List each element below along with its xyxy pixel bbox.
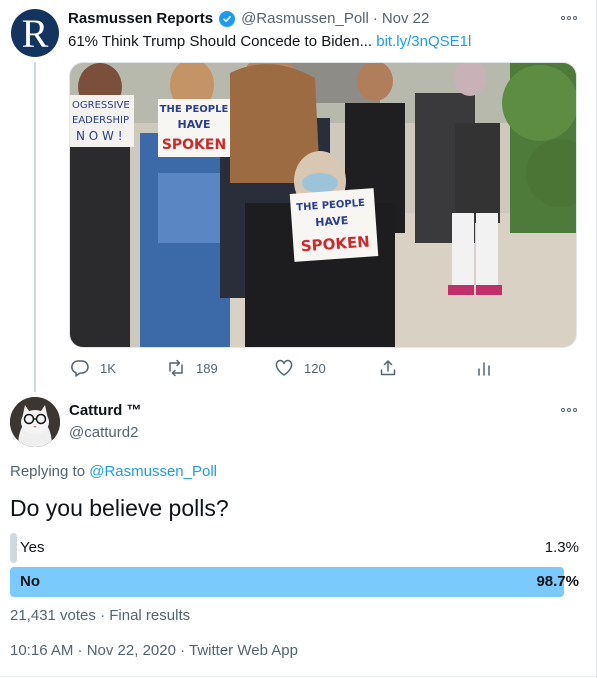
poll-option-percent: 1.3% — [544, 539, 579, 556]
poll-bar-yes — [10, 533, 17, 563]
analytics-icon — [478, 362, 490, 376]
tweet-timestamp[interactable]: 10:16 AM · Nov 22, 2020 · Twitter Web Ap… — [10, 642, 298, 659]
cat-avatar-image — [10, 397, 60, 447]
protest-photo-illustration: OGRESSIVE EADERSHIP N O W ! THE PEOPLE H… — [70, 63, 576, 347]
reply-icon — [71, 360, 89, 377]
poll-option-yes: Yes 1.3% — [10, 533, 579, 563]
avatar-letter: R — [21, 10, 49, 56]
bottom-divider — [0, 676, 597, 677]
poll-status: Final results — [109, 607, 191, 624]
poll-bar-no — [10, 567, 564, 597]
analytics-button[interactable] — [474, 358, 494, 378]
tweet-text: 61% Think Trump Should Concede to Biden.… — [68, 33, 471, 50]
poll-option-label: No — [20, 573, 40, 590]
author-handle[interactable]: @Rasmussen_Poll — [241, 10, 369, 27]
retweet-count: 189 — [196, 360, 218, 376]
vote-count: 21,431 votes — [10, 607, 96, 624]
reply-button[interactable]: 1K — [70, 358, 116, 378]
retweet-icon — [169, 359, 183, 377]
like-icon — [275, 359, 293, 376]
svg-text:EADERSHIP: EADERSHIP — [72, 115, 129, 126]
poll-question: Do you believe polls? — [10, 495, 229, 521]
separator-dot: · — [372, 10, 378, 27]
poll-option-no: No 98.7% — [10, 567, 579, 597]
front-sign: THE PEOPLE HAVE SPOKEN — [289, 188, 379, 262]
svg-text:SPOKEN: SPOKEN — [162, 137, 226, 153]
svg-text:OGRESSIVE: OGRESSIVE — [72, 100, 130, 111]
author-name[interactable]: Rasmussen Reports — [68, 10, 213, 27]
replying-handle-link[interactable]: @Rasmussen_Poll — [89, 463, 217, 480]
tweet-body: 61% Think Trump Should Concede to Biden.… — [68, 33, 373, 50]
poll-summary: 21,431 votes · Final results — [10, 607, 190, 624]
tweet-date[interactable]: Nov 22 — [382, 10, 430, 27]
poll-option-percent: 98.7% — [536, 573, 579, 590]
retweet-button[interactable]: 189 — [166, 358, 218, 378]
share-button[interactable] — [378, 358, 398, 378]
more-options-icon[interactable] — [558, 405, 580, 415]
replying-prefix: Replying to — [10, 463, 86, 480]
svg-text:N O W !: N O W ! — [76, 129, 123, 143]
tweet-photo[interactable]: OGRESSIVE EADERSHIP N O W ! THE PEOPLE H… — [69, 62, 577, 348]
like-count: 120 — [304, 360, 326, 376]
reply-count: 1K — [100, 360, 116, 376]
like-button[interactable]: 120 — [274, 358, 326, 378]
parent-tweet-header: Rasmussen Reports @Rasmussen_Poll · Nov … — [68, 10, 429, 27]
tweet-link[interactable]: bit.ly/3nQSE1l — [376, 33, 471, 50]
tweet-actions: 1K 189 120 — [70, 358, 530, 380]
share-icon — [380, 360, 396, 376]
thread-line — [34, 62, 36, 392]
left-sign: OGRESSIVE EADERSHIP N O W ! — [70, 95, 134, 147]
poll-option-label: Yes — [20, 539, 45, 556]
rasmussen-avatar[interactable]: R — [11, 9, 59, 57]
more-options-icon[interactable] — [558, 13, 580, 23]
center-sign: THE PEOPLE HAVE SPOKEN — [158, 99, 230, 157]
verified-badge-icon — [219, 10, 236, 27]
catturd-avatar[interactable] — [10, 397, 60, 447]
svg-text:HAVE: HAVE — [315, 214, 349, 229]
separator-dot: · — [100, 607, 106, 624]
reply-author-name[interactable]: Catturd ™ — [69, 402, 142, 419]
replying-to: Replying to @Rasmussen_Poll — [10, 463, 217, 480]
svg-text:HAVE: HAVE — [178, 118, 211, 131]
svg-text:THE PEOPLE: THE PEOPLE — [160, 104, 229, 115]
reply-author-handle[interactable]: @catturd2 — [69, 424, 138, 441]
